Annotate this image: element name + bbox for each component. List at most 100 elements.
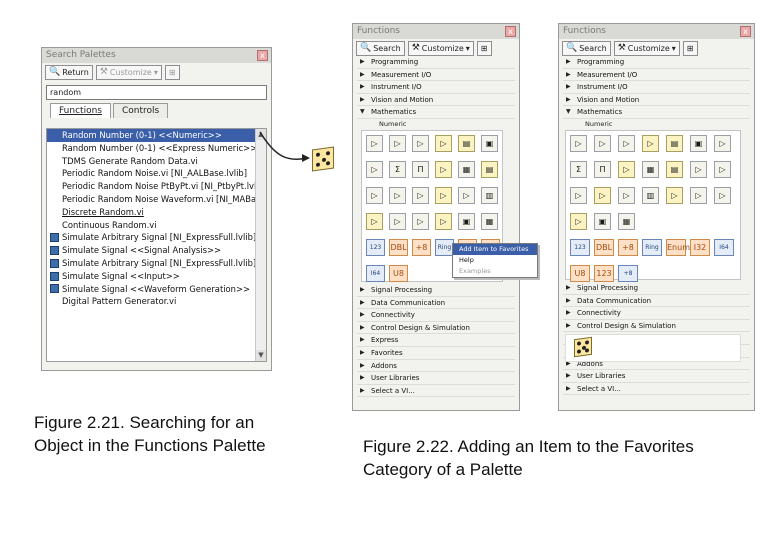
numeric-function-icon[interactable]: ▷ [366, 135, 383, 152]
numeric-function-icon[interactable]: ▤ [666, 135, 683, 152]
numeric-constant-icon[interactable]: DBL [594, 239, 614, 256]
customize-button[interactable]: ⚒ Customize ▾ [407, 41, 474, 56]
numeric-constant-icon[interactable]: I64 [714, 239, 734, 256]
numeric-constant-icon[interactable]: I64 [366, 265, 385, 282]
search-result-item[interactable]: Discrete Random.vi [47, 206, 266, 219]
numeric-function-icon[interactable]: ▦ [481, 213, 498, 230]
numeric-function-icon[interactable]: ▷ [618, 187, 635, 204]
numeric-function-icon[interactable]: ▷ [435, 135, 452, 152]
search-result-item[interactable]: Periodic Random Noise PtByPt.vi [NI_Ptby… [47, 180, 266, 193]
numeric-constant-icon[interactable]: 123 [366, 239, 385, 256]
numeric-function-icon[interactable]: ▥ [642, 187, 659, 204]
palette-category[interactable]: ▶ Programming [357, 56, 515, 69]
context-menu-item[interactable]: Examples [453, 266, 537, 277]
numeric-constant-icon[interactable]: +8 [618, 239, 638, 256]
palette-category[interactable]: ▶ Programming [563, 56, 750, 69]
tab-controls[interactable]: Controls [112, 103, 169, 118]
palette-category[interactable]: ▶ Instrument I/O [357, 81, 515, 94]
numeric-constant-icon[interactable]: U8 [570, 265, 590, 282]
numeric-function-icon[interactable]: ▣ [481, 135, 498, 152]
numeric-function-icon[interactable]: ▷ [366, 213, 383, 230]
numeric-function-icon[interactable]: ▷ [594, 135, 611, 152]
scroll-down-icon[interactable]: ▼ [256, 350, 266, 361]
close-button[interactable]: x [740, 26, 751, 37]
numeric-constant-icon[interactable]: U8 [389, 265, 408, 282]
palette-category[interactable]: ▶ Connectivity [357, 309, 515, 322]
numeric-function-icon[interactable]: ▷ [570, 213, 587, 230]
palette-category[interactable]: ▼ Mathematics [563, 106, 750, 119]
numeric-function-icon[interactable]: ▦ [618, 213, 635, 230]
numeric-function-icon[interactable]: ▷ [389, 187, 406, 204]
search-result-item[interactable]: Random Number (0-1) <<Numeric>> [47, 129, 266, 142]
numeric-function-icon[interactable]: ▷ [366, 161, 383, 178]
palette-category[interactable]: ▶ Control Design & Simulation [563, 320, 750, 333]
search-button[interactable]: 🔍 Search [356, 41, 405, 56]
palette-category[interactable]: ▶ User Libraries [563, 370, 750, 383]
palette-category[interactable]: ▶ Vision and Motion [357, 94, 515, 107]
numeric-constant-icon[interactable]: Enum [666, 239, 690, 256]
numeric-function-icon[interactable]: ▷ [570, 135, 587, 152]
close-button[interactable]: x [505, 26, 516, 37]
customize-button[interactable]: ⚒ Customize ▾ [95, 65, 162, 80]
numeric-function-icon[interactable]: ▷ [618, 135, 635, 152]
search-result-item[interactable]: Digital Pattern Generator.vi [47, 295, 266, 308]
numeric-function-icon[interactable]: ▦ [642, 161, 659, 178]
search-result-item[interactable]: Simulate Signal <<Input>> [47, 270, 266, 283]
customize-button[interactable]: ⚒ Customize ▾ [613, 41, 680, 56]
search-input[interactable]: random [46, 85, 267, 100]
palette-category[interactable]: ▶ Instrument I/O [563, 81, 750, 94]
numeric-function-icon[interactable]: ▦ [458, 161, 475, 178]
numeric-function-icon[interactable]: ▷ [435, 213, 452, 230]
numeric-function-icon[interactable]: ▤ [458, 135, 475, 152]
pin-button[interactable]: ⊞ [164, 65, 180, 80]
numeric-constant-icon[interactable]: DBL [389, 239, 408, 256]
numeric-function-icon[interactable]: ▷ [666, 187, 683, 204]
numeric-function-icon[interactable]: Π [412, 161, 429, 178]
numeric-constant-icon[interactable]: I32 [690, 239, 710, 256]
palette-category[interactable]: ▶ Data Communication [563, 295, 750, 308]
palette-category[interactable]: ▶ Select a VI... [357, 385, 515, 398]
palette-category[interactable]: ▶ Measurement I/O [357, 69, 515, 82]
return-button[interactable]: 🔍 Return [45, 65, 93, 80]
palette-category[interactable]: ▶ Select a VI... [563, 383, 750, 396]
random-dice-icon[interactable] [312, 146, 334, 172]
palette-category[interactable]: ▶ Signal Processing [563, 282, 750, 295]
palette-category[interactable]: ▶ Connectivity [563, 307, 750, 320]
numeric-function-icon[interactable]: Π [594, 161, 611, 178]
search-result-item[interactable]: Random Number (0-1) <<Express Numeric>> [47, 142, 266, 155]
numeric-function-icon[interactable]: ▷ [435, 161, 452, 178]
palette-category[interactable]: ▶ Measurement I/O [563, 69, 750, 82]
palette-category[interactable]: ▶ Addons [357, 360, 515, 373]
numeric-function-icon[interactable]: ▷ [458, 187, 475, 204]
search-result-item[interactable]: Simulate Signal <<Signal Analysis>> [47, 244, 266, 257]
numeric-function-icon[interactable]: ▷ [412, 187, 429, 204]
numeric-function-icon[interactable]: ▥ [481, 187, 498, 204]
numeric-function-icon[interactable]: ▷ [366, 187, 383, 204]
numeric-function-icon[interactable]: ▷ [642, 135, 659, 152]
numeric-function-icon[interactable]: ▷ [618, 161, 635, 178]
numeric-function-icon[interactable]: ▷ [389, 135, 406, 152]
palette-category[interactable]: ▶ Favorites [357, 347, 515, 360]
context-menu-item[interactable]: Help [453, 255, 537, 266]
search-result-item[interactable]: TDMS Generate Random Data.vi [47, 155, 266, 168]
numeric-constant-icon[interactable]: +8 [618, 265, 638, 282]
numeric-function-icon[interactable]: ▷ [690, 161, 707, 178]
search-result-item[interactable]: Simulate Signal <<Waveform Generation>> [47, 283, 266, 296]
numeric-function-icon[interactable]: ▷ [412, 213, 429, 230]
numeric-function-icon[interactable]: Σ [570, 161, 587, 178]
palette-category[interactable]: ▶ Data Communication [357, 297, 515, 310]
numeric-subcategory[interactable]: Numeric [357, 119, 406, 129]
numeric-function-icon[interactable]: ▷ [412, 135, 429, 152]
pin-button[interactable]: ⊞ [682, 41, 698, 56]
numeric-subcategory[interactable]: Numeric [563, 119, 612, 129]
numeric-function-icon[interactable]: ▤ [666, 161, 683, 178]
search-result-item[interactable]: Periodic Random Noise Waveform.vi [NI_MA… [47, 193, 266, 206]
tab-functions[interactable]: Functions [50, 103, 111, 118]
search-result-item[interactable]: Continuous Random.vi [47, 219, 266, 232]
numeric-constant-icon[interactable]: Ring [642, 239, 662, 256]
search-button[interactable]: 🔍 Search [562, 41, 611, 56]
numeric-function-icon[interactable]: ▷ [594, 187, 611, 204]
numeric-function-icon[interactable]: ▣ [458, 213, 475, 230]
numeric-function-icon[interactable]: ▷ [570, 187, 587, 204]
pin-button[interactable]: ⊞ [476, 41, 492, 56]
